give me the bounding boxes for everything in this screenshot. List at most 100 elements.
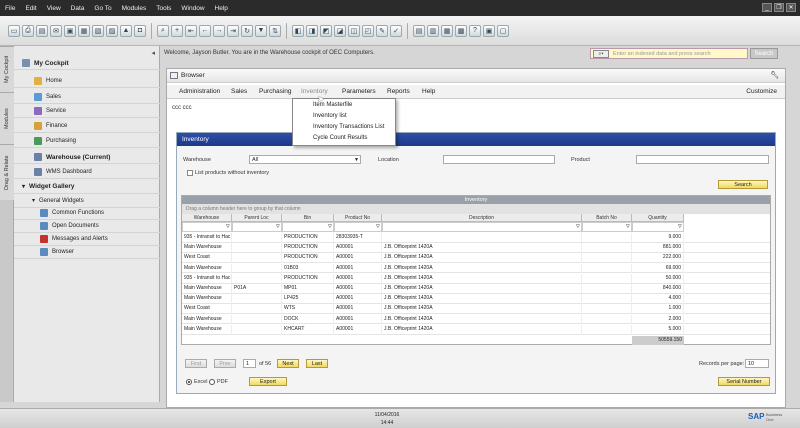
column-header-quantity[interactable]: Quantity	[632, 214, 684, 222]
widget-item-common-functions[interactable]: Common Functions	[14, 206, 160, 220]
filter-icon[interactable]: ⛛	[376, 224, 380, 230]
records-per-page-input[interactable]: 10	[745, 359, 769, 368]
column-header-parent-loc[interactable]: Parent Loc	[232, 214, 282, 222]
new-document-icon[interactable]: ▭	[8, 24, 20, 37]
first-record-icon[interactable]: ⇤	[185, 24, 197, 37]
next-page-button[interactable]: Next	[277, 359, 299, 368]
export-excel-icon[interactable]: ▧	[92, 24, 104, 37]
sidebar-item-purchasing[interactable]: Purchasing	[14, 134, 160, 148]
export-button[interactable]: Export	[249, 377, 287, 386]
wrench-icon[interactable]: 🔧︎	[770, 69, 779, 83]
filter-icon[interactable]: ⛛	[626, 224, 630, 230]
sidebar-item-sales[interactable]: Sales	[14, 90, 160, 104]
filter-product-no[interactable]: ⛛	[334, 222, 382, 232]
sort-icon[interactable]: ⇅	[269, 24, 281, 37]
filter-icon[interactable]: ⛛	[678, 224, 682, 230]
location-field[interactable]	[443, 155, 555, 164]
filter-batch-no[interactable]: ⛛	[582, 222, 632, 232]
table-row[interactable]: Main Warehouse PRODUCTION A00001 J.B. Offic…	[182, 243, 770, 253]
customize-link[interactable]: Customize	[746, 88, 777, 95]
menu-help[interactable]: Help	[210, 5, 233, 12]
widget-item-messages-alerts[interactable]: Messages and Alerts	[14, 232, 160, 246]
widget-item-open-documents[interactable]: Open Documents	[14, 219, 160, 233]
filter-bin[interactable]: ⛛	[282, 222, 334, 232]
base-document-icon[interactable]: ◧	[292, 24, 304, 37]
tab-my-cockpit[interactable]: My Cockpit	[0, 46, 14, 92]
edit-icon[interactable]: ✎	[376, 24, 388, 37]
tab-administration[interactable]: Administration	[179, 88, 220, 95]
widget-item-browser[interactable]: Browser	[14, 245, 160, 259]
settings-icon[interactable]: ✓	[390, 24, 402, 37]
email-icon[interactable]: ✉	[50, 24, 62, 37]
help-icon[interactable]: ?	[469, 24, 481, 37]
print-preview-icon[interactable]: ▤	[36, 24, 48, 37]
search-icon[interactable]: ⌕▾	[593, 50, 609, 58]
find-icon[interactable]: ⌕	[157, 24, 169, 37]
sidebar-item-wms-dashboard[interactable]: WMS Dashboard	[14, 165, 160, 179]
column-header-warehouse[interactable]: Warehouse	[182, 214, 232, 222]
menu-file[interactable]: File	[0, 5, 20, 12]
tab-modules[interactable]: Modules	[0, 92, 14, 144]
table-row[interactable]: 935 - Intransit to Hac PRODUCTION A00001 J.…	[182, 273, 770, 284]
filter-quantity[interactable]: ⛛	[632, 222, 684, 232]
next-record-icon[interactable]: →	[213, 24, 225, 37]
menu-item-inventory-list[interactable]: Inventory list	[313, 113, 347, 119]
fax-icon[interactable]: ▦	[78, 24, 90, 37]
target-document-icon[interactable]: ◨	[306, 24, 318, 37]
global-search-button[interactable]: Search	[750, 48, 778, 59]
last-page-button[interactable]: Last	[306, 359, 328, 368]
table-row[interactable]: Main Warehouse P01A MP01 A00001 J.B. Officep…	[182, 284, 770, 294]
column-header-product-no[interactable]: Product No	[334, 214, 382, 222]
export-word-icon[interactable]: ▨	[106, 24, 118, 37]
menu-goto[interactable]: Go To	[89, 5, 116, 12]
calendar-icon[interactable]: ▩	[455, 24, 467, 37]
minimize-icon[interactable]: _	[762, 3, 772, 12]
table-row[interactable]: Main Warehouse DOCK A00001 J.B. Officeprint…	[182, 314, 770, 325]
payment-means-icon[interactable]: ◫	[348, 24, 360, 37]
sidebar-item-home[interactable]: Home	[14, 74, 160, 88]
search-button[interactable]: Search	[718, 180, 768, 189]
excel-radio[interactable]	[186, 379, 192, 385]
close-icon[interactable]: ✕	[786, 3, 796, 12]
table-row[interactable]: 935 - Intransit to Hac PRODUCTION 28303935…	[182, 233, 770, 243]
column-header-description[interactable]: Description	[382, 214, 582, 222]
journal-entry-icon[interactable]: ◪	[334, 24, 346, 37]
tab-help[interactable]: Help	[422, 88, 435, 95]
sidebar-item-finance[interactable]: Finance	[14, 119, 160, 133]
page-number-input[interactable]: 1	[243, 359, 256, 368]
warehouse-select[interactable]: All ▼	[249, 155, 361, 164]
table-row[interactable]: Main Warehouse LP425 A00001 J.B. Officeprin…	[182, 294, 770, 304]
transaction-journal-icon[interactable]: ◰	[362, 24, 374, 37]
print-icon[interactable]: ⎙	[22, 24, 34, 37]
filter-description[interactable]: ⛛	[382, 222, 582, 232]
filter-icon[interactable]: ⛛	[276, 224, 280, 230]
pdf-radio[interactable]	[209, 379, 215, 385]
add-icon[interactable]: +	[171, 24, 183, 37]
product-field[interactable]	[636, 155, 769, 164]
table-row[interactable]: Main Warehouse 01B03 A00001 J.B. Officeprin…	[182, 263, 770, 274]
table-row[interactable]: West Coast PRODUCTION A00001 J.B. Officepri…	[182, 253, 770, 264]
menu-item-cycle-count-results[interactable]: Cycle Count Results	[313, 135, 367, 141]
list-products-checkbox[interactable]	[187, 170, 193, 176]
tab-sales[interactable]: Sales	[231, 88, 247, 95]
table-row[interactable]: West Coast WTS A00001 J.B. Officeprint 1420…	[182, 304, 770, 315]
menu-item-inventory-transactions[interactable]: Inventory Transactions List	[313, 124, 384, 130]
column-header-batch-no[interactable]: Batch No	[582, 214, 632, 222]
calculator-icon[interactable]: ▣	[483, 24, 495, 37]
previous-record-icon[interactable]: ←	[199, 24, 211, 37]
filter-icon[interactable]: ▼	[255, 24, 267, 37]
filter-warehouse[interactable]: ⛛	[182, 222, 232, 232]
menu-window[interactable]: Window	[176, 5, 209, 12]
table-row[interactable]: Main Warehouse KHCART A00001 J.B. Officepri…	[182, 324, 770, 335]
messages-icon[interactable]: ▢	[497, 24, 509, 37]
chevron-down-icon[interactable]: ▼	[354, 156, 359, 164]
filter-icon[interactable]: ⛛	[328, 224, 332, 230]
global-search-input[interactable]: ⌕▾ Enter an indexed data and press searc…	[590, 48, 748, 59]
drag-relate-icon[interactable]: ▦	[441, 24, 453, 37]
last-record-icon[interactable]: ⇥	[227, 24, 239, 37]
tab-drag-relate[interactable]: Drag & Relate	[0, 144, 14, 200]
cockpit-header[interactable]: My Cockpit	[14, 56, 160, 70]
filter-parent-loc[interactable]: ⛛	[232, 222, 282, 232]
menu-modules[interactable]: Modules	[117, 5, 152, 12]
sidebar-item-warehouse-current[interactable]: Warehouse (Current)	[14, 150, 160, 164]
